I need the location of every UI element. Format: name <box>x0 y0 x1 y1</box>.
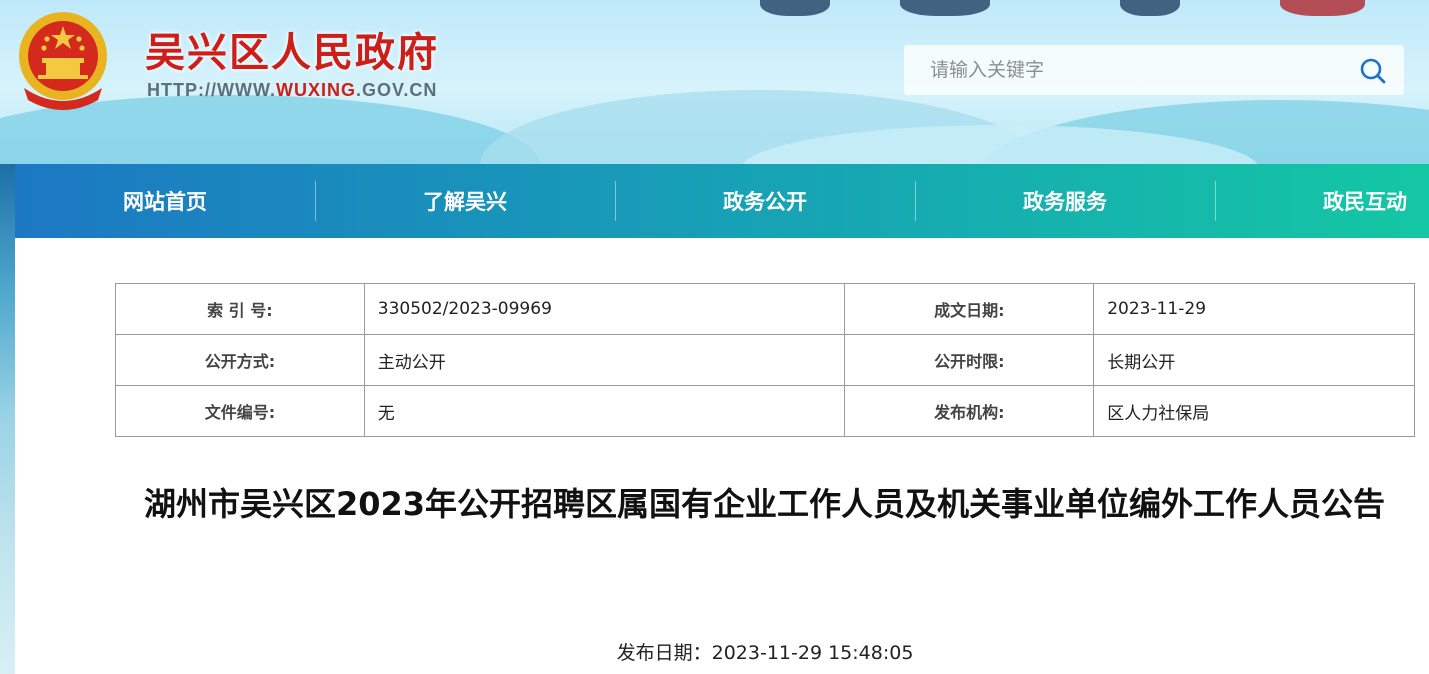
issuing-org-value: 区人力社保局 <box>1093 385 1415 437</box>
nav-item-home[interactable]: 网站首页 <box>15 164 315 238</box>
disclosure-method-value: 主动公开 <box>363 334 846 386</box>
issuing-org-label: 发布机构: <box>844 385 1095 437</box>
site-url-prefix: HTTP://WWW. <box>147 80 276 100</box>
site-url-suffix: .GOV.CN <box>355 80 438 100</box>
table-row: 文件编号: 无 发布机构: 区人力社保局 <box>115 385 1415 437</box>
header-decoration <box>760 0 830 16</box>
site-title: 吴兴区人民政府 <box>145 30 439 76</box>
nav-item-about[interactable]: 了解吴兴 <box>315 164 615 238</box>
disclosure-period-value: 长期公开 <box>1093 334 1415 386</box>
index-value: 330502/2023-09969 <box>363 283 846 335</box>
nav-item-gov-affairs-open[interactable]: 政务公开 <box>615 164 915 238</box>
document-info-table: 索 引 号: 330502/2023-09969 成文日期: 2023-11-2… <box>115 283 1415 437</box>
disclosure-period-label: 公开时限: <box>844 334 1095 386</box>
table-row: 公开方式: 主动公开 公开时限: 长期公开 <box>115 334 1415 386</box>
search-icon[interactable] <box>1358 56 1388 86</box>
date-value: 2023-11-29 <box>1093 283 1415 335</box>
site-url: HTTP://WWW.WUXING.GOV.CN <box>147 80 437 101</box>
nav-item-interaction[interactable]: 政民互动 <box>1215 164 1429 238</box>
national-emblem-icon <box>19 12 107 110</box>
table-row: 索 引 号: 330502/2023-09969 成文日期: 2023-11-2… <box>115 283 1415 335</box>
publish-date-label: 发布日期： <box>616 642 712 664</box>
header-decoration <box>1120 0 1180 16</box>
document-number-value: 无 <box>363 385 846 437</box>
publish-date-value: 2023-11-29 15:48:05 <box>711 642 914 664</box>
disclosure-method-label: 公开方式: <box>115 334 365 386</box>
search-box <box>904 45 1404 95</box>
document-number-label: 文件编号: <box>115 385 365 437</box>
article-title: 湖州市吴兴区2023年公开招聘区属国有企业工作人员及机关事业单位编外工作人员公告 <box>143 485 1386 523</box>
search-input[interactable] <box>904 45 1344 95</box>
date-label: 成文日期: <box>844 283 1095 335</box>
nav-item-gov-services[interactable]: 政务服务 <box>915 164 1215 238</box>
publish-date: 发布日期：2023-11-29 15:48:05 <box>0 638 1429 665</box>
header-decoration <box>900 0 990 16</box>
site-header: 吴兴区人民政府 HTTP://WWW.WUXING.GOV.CN <box>0 0 1429 164</box>
site-url-domain: WUXING <box>275 80 356 100</box>
header-decoration <box>1280 0 1365 16</box>
main-nav: 网站首页 了解吴兴 政务公开 政务服务 政民互动 <box>15 164 1429 238</box>
side-decoration <box>0 164 15 674</box>
index-label: 索 引 号: <box>115 283 365 335</box>
